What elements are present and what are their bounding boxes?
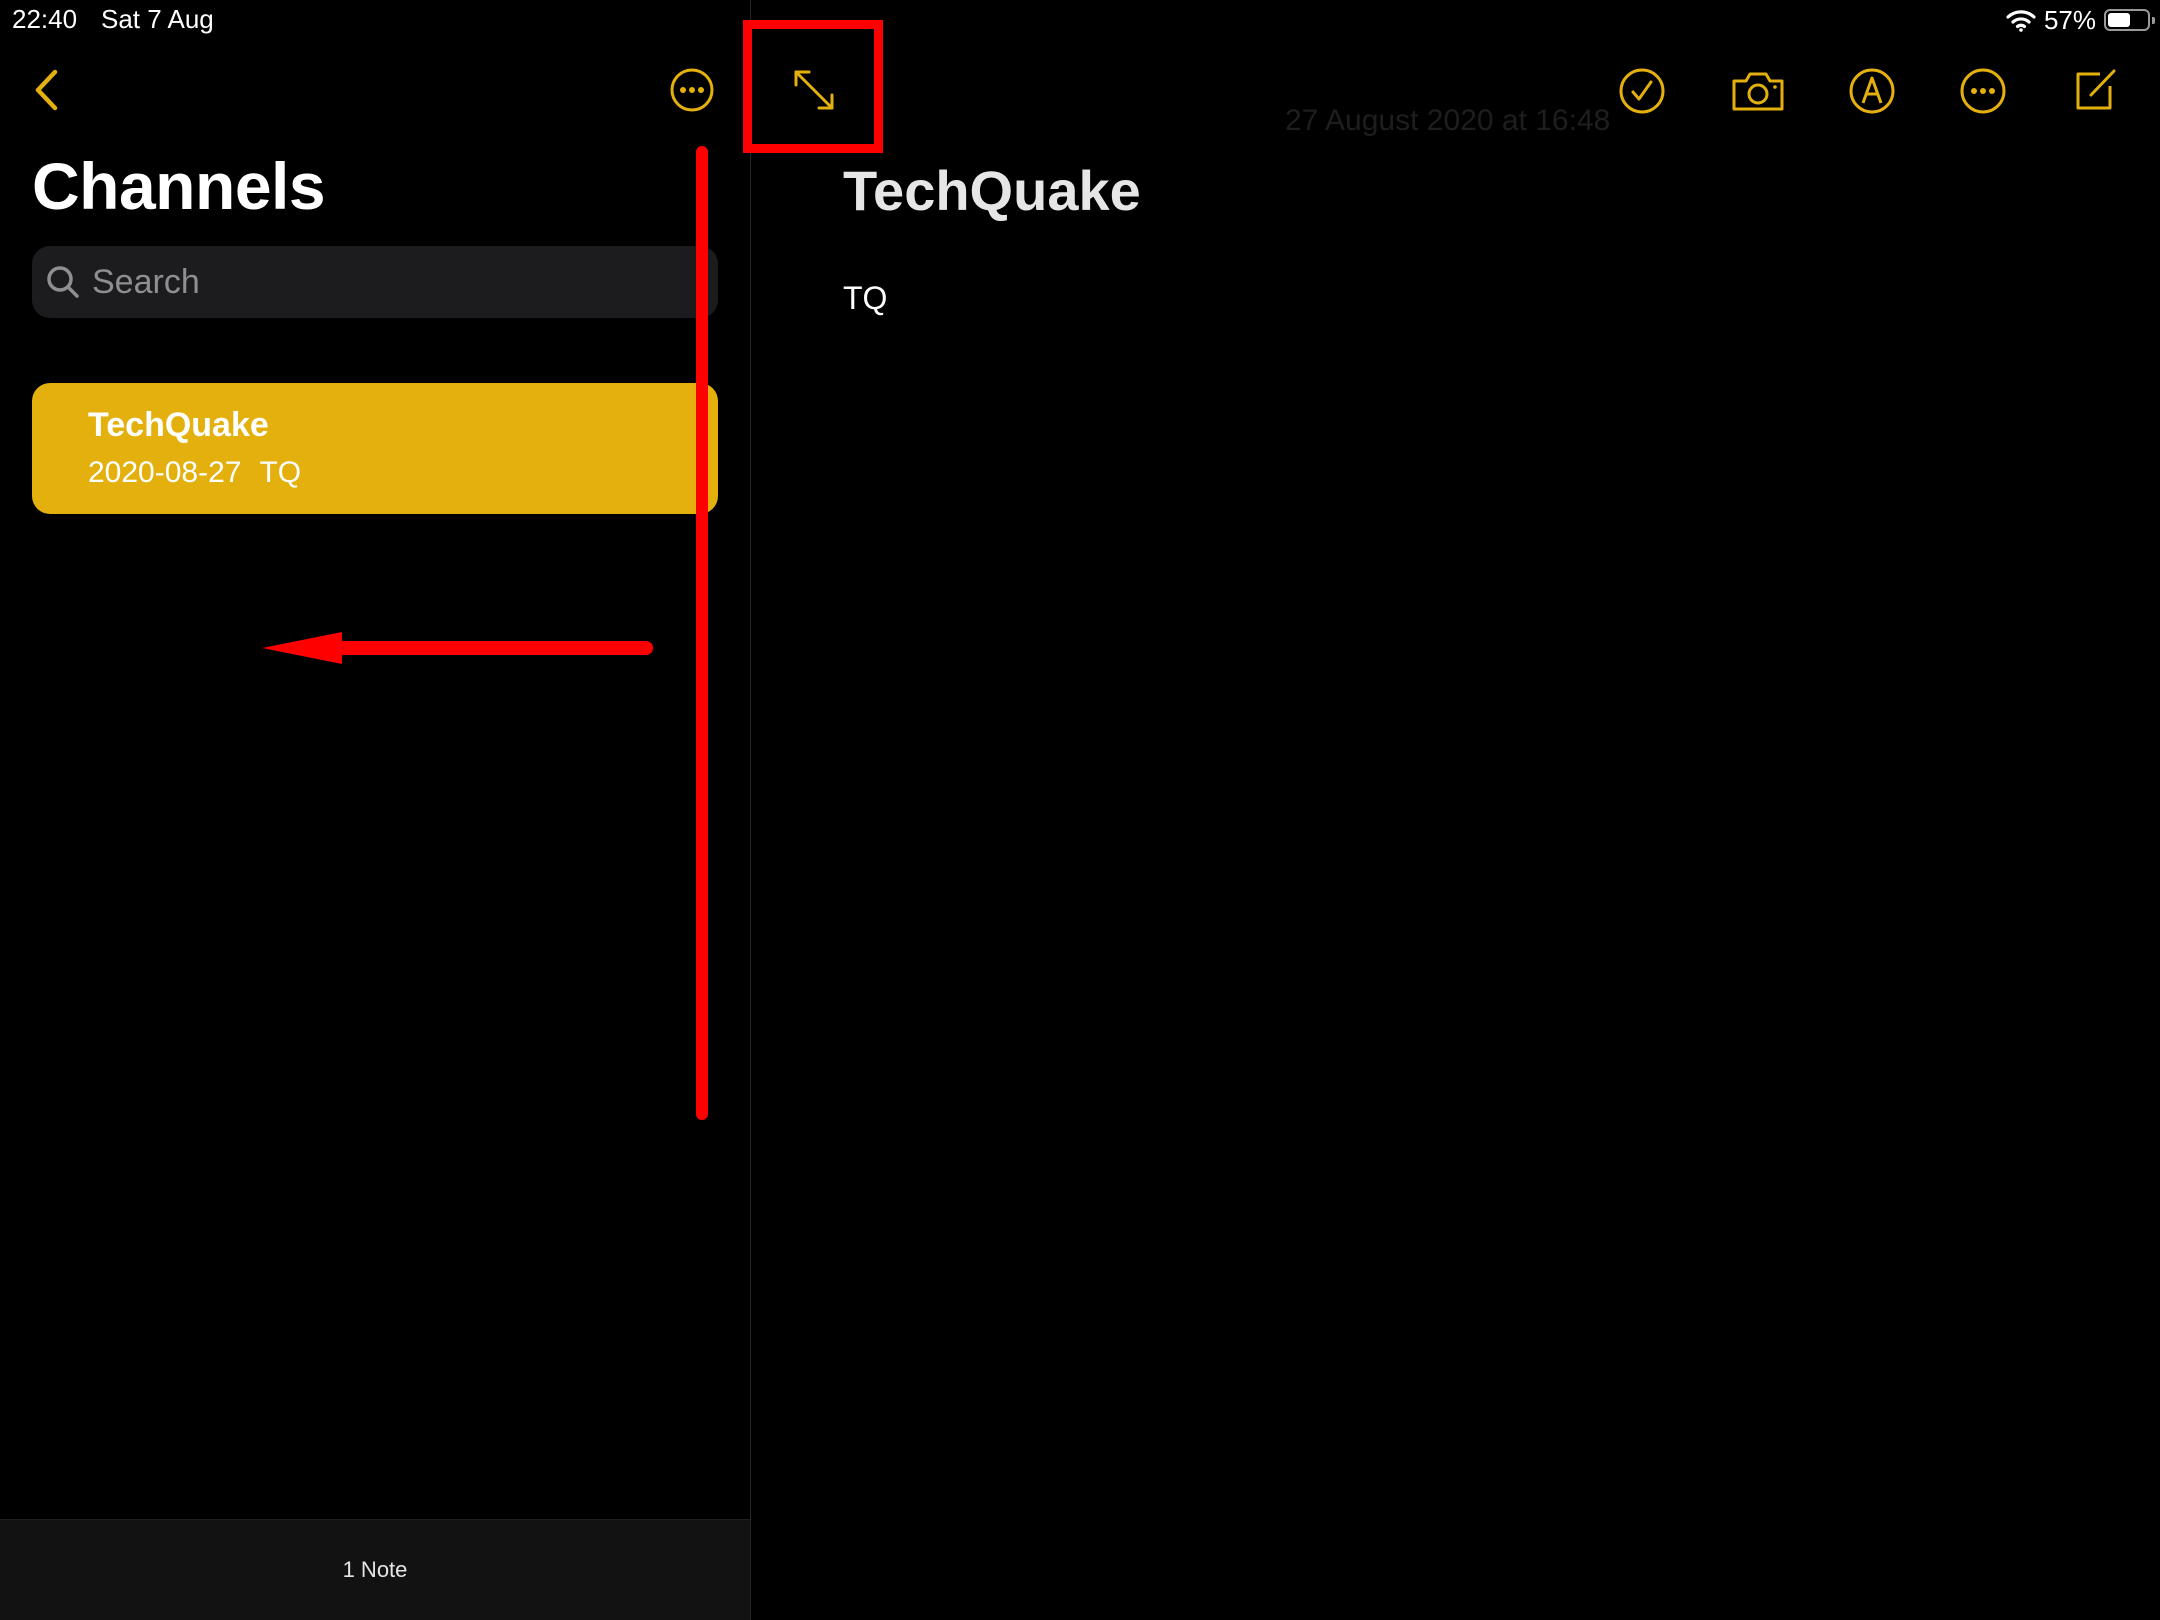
checklist-button[interactable] xyxy=(1617,66,1667,116)
pen-tip-circle-icon xyxy=(1849,68,1895,114)
camera-icon xyxy=(1732,72,1784,111)
camera-button[interactable] xyxy=(1728,66,1788,116)
status-indicators: 57% xyxy=(2006,4,2155,36)
sidebar-title: Channels xyxy=(32,149,326,223)
note-count-footer: 1 Note xyxy=(0,1519,750,1620)
search-input[interactable] xyxy=(90,261,694,303)
ellipsis-circle-icon xyxy=(1960,68,2006,114)
notes-app-screen: Channels TechQuake 2020-08-27 TQ 1 Note … xyxy=(0,0,2160,1620)
ellipsis-circle-icon xyxy=(670,68,714,112)
note-body[interactable]: TQ xyxy=(843,280,887,317)
checkmark-circle-icon xyxy=(1619,68,1665,114)
note-timestamp: 27 August 2020 at 16:48 xyxy=(1285,104,1611,137)
note-title[interactable]: TechQuake xyxy=(843,158,1141,223)
back-button[interactable] xyxy=(20,62,72,118)
annotation-highlight-box xyxy=(743,20,883,153)
status-time: 22:40 xyxy=(12,4,78,34)
compose-icon xyxy=(2076,69,2116,110)
sidebar-more-button[interactable] xyxy=(668,66,716,114)
note-list-item[interactable]: TechQuake 2020-08-27 TQ xyxy=(32,383,718,514)
note-list-item-title: TechQuake xyxy=(88,406,269,444)
annotation-left-arrow xyxy=(262,632,653,664)
note-list-item-preview: TQ xyxy=(259,455,302,489)
wifi-icon xyxy=(2006,10,2036,32)
annotation-vertical-line xyxy=(696,146,708,1120)
compose-button[interactable] xyxy=(2068,64,2120,116)
chevron-left-icon xyxy=(35,69,58,111)
note-list-item-meta: 2020-08-27 TQ xyxy=(88,456,718,490)
battery-percent: 57% xyxy=(2043,4,2096,35)
pane-divider[interactable] xyxy=(750,0,751,1620)
note-list-item-date: 2020-08-27 xyxy=(88,455,242,489)
status-date: Sat 7 Aug xyxy=(101,4,214,34)
markup-button[interactable] xyxy=(1847,66,1897,116)
more-button[interactable] xyxy=(1958,66,2008,116)
battery-level xyxy=(2108,13,2130,27)
search-field[interactable] xyxy=(32,246,718,318)
battery-icon xyxy=(2104,9,2155,31)
search-icon xyxy=(47,266,79,298)
note-count-label: 1 Note xyxy=(342,1557,408,1582)
sidebar: Channels TechQuake 2020-08-27 TQ 1 Note xyxy=(0,0,750,1620)
